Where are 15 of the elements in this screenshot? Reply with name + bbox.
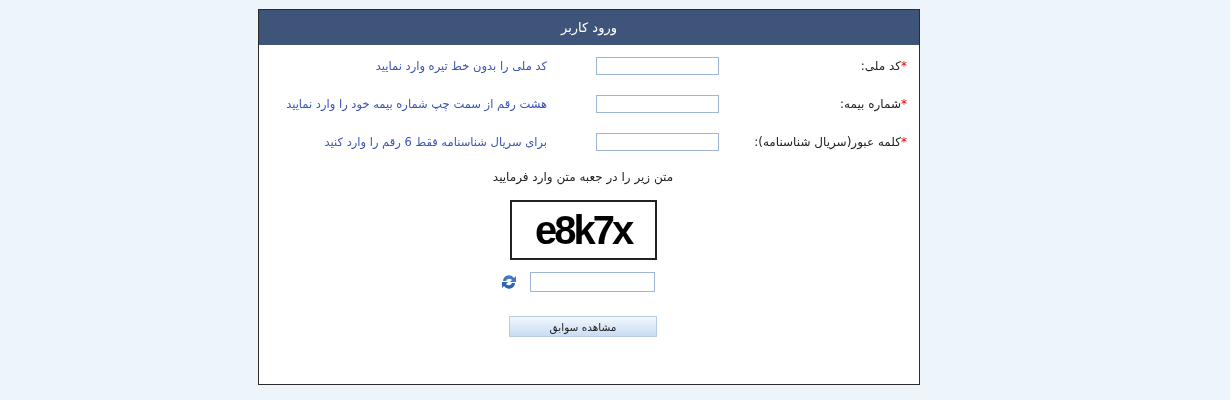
field-label: * شماره بیمه: bbox=[839, 97, 908, 111]
field-hint: برای سریال شناسنامه فقط 6 رقم را وارد کنید bbox=[323, 135, 548, 149]
submit-button[interactable]: مشاهده سوابق bbox=[509, 316, 657, 337]
field-label: * کلمه عبور(سریال شناسنامه): bbox=[753, 135, 908, 149]
captcha-instruction: متن زیر را در جعبه متن وارد فرمایید bbox=[492, 170, 674, 184]
field-hint: هشت رقم از سمت چپ شماره بیمه خود را وارد نمایید bbox=[285, 97, 548, 111]
captcha-input[interactable] bbox=[529, 272, 655, 292]
panel-title: ورود کاربر bbox=[259, 10, 919, 45]
refresh-icon[interactable] bbox=[499, 273, 518, 291]
field-label: * کد ملی: bbox=[859, 59, 908, 73]
captcha-image: e8k7x bbox=[509, 200, 657, 260]
input-field[interactable] bbox=[596, 95, 719, 113]
field-hint: کد ملی را بدون خط تیره وارد نمایید bbox=[374, 59, 548, 73]
input-field[interactable] bbox=[596, 133, 719, 151]
input-field[interactable] bbox=[596, 57, 719, 75]
